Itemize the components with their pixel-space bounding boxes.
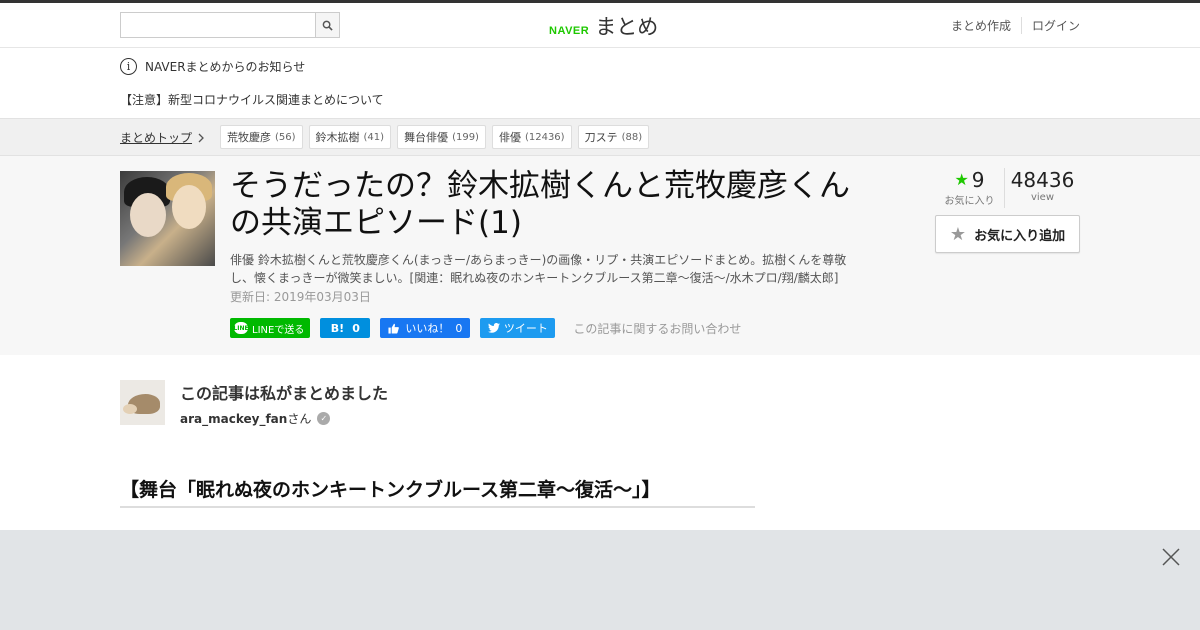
- view-stat: 48436 view: [1005, 168, 1080, 208]
- contact-link[interactable]: この記事に関するお問い合わせ: [573, 320, 741, 337]
- breadcrumb: まとめトップ 荒牧慶彦 (56) 鈴木拡樹 (41) 舞台俳優 (199) 俳優 (12…: [0, 118, 1200, 156]
- tag-count: (12436): [524, 131, 565, 143]
- tag-count: (56): [275, 131, 296, 143]
- create-matome-link[interactable]: まとめ作成: [941, 17, 1021, 34]
- favorite-stat: ★ 9 お気に入り: [935, 168, 1005, 208]
- tag-count: (88): [621, 131, 643, 143]
- line-icon: LINE: [233, 322, 249, 334]
- search-icon: [322, 20, 333, 31]
- article-title: そうだったの？鈴木拡樹くんと荒牧慶彦くんの共演エピソード(1): [230, 168, 850, 241]
- chevron-right-icon: [198, 133, 204, 142]
- tag-item[interactable]: 舞台俳優 (199): [397, 125, 486, 149]
- line-share-label: LINEで送る: [252, 324, 305, 336]
- tag-item[interactable]: 刀ステ (88): [577, 125, 650, 149]
- article-header: そうだったの？鈴木拡樹くんと荒牧慶彦くんの共演エピソード(1) 俳優 鈴木拡樹く…: [0, 156, 1200, 355]
- view-count: 48436: [1010, 168, 1075, 192]
- tweet-button[interactable]: ツイート: [480, 318, 556, 338]
- tag-item[interactable]: 俳優 (12436): [491, 125, 572, 149]
- avatar[interactable]: [120, 380, 165, 425]
- add-favorite-label: お気に入り追加: [974, 228, 1066, 244]
- article-stats: ★ 9 お気に入り 48436 view: [935, 168, 1080, 208]
- article-description: 俳優 鈴木拡樹くんと荒牧慶彦くん(まっきー/あらまっきー)の画像・リプ・共演エピ…: [230, 253, 847, 285]
- tag-item[interactable]: 鈴木拡樹 (41): [308, 125, 392, 149]
- breadcrumb-top-label: まとめトップ: [120, 131, 193, 145]
- info-icon: i: [120, 58, 137, 75]
- logo-brand: NAVER: [549, 25, 590, 37]
- breadcrumb-top-link[interactable]: まとめトップ: [120, 129, 205, 146]
- share-bar: LINE LINEで送る B! 0 いいね！ 0 ツイート この記事に関するお問…: [230, 318, 741, 338]
- header: NAVER まとめ まとめ作成 ログイン: [0, 3, 1200, 48]
- facebook-like-button[interactable]: いいね！ 0: [380, 318, 471, 338]
- ad-overlay: [0, 530, 1200, 630]
- thumbnail-figure: [130, 193, 166, 237]
- hatena-icon: B!: [330, 321, 345, 335]
- add-favorite-button[interactable]: ★ お気に入り追加: [935, 215, 1080, 253]
- search-box: [120, 12, 340, 38]
- author-suffix: さん: [287, 412, 312, 426]
- tag-label: 俳優: [498, 131, 521, 144]
- section-heading: 【舞台「眠れぬ夜のホンキートンクブルース第二章〜復活〜」】: [120, 475, 755, 508]
- notice-item-link[interactable]: 【注意】新型コロナウイルス関連まとめについて: [120, 91, 384, 108]
- tag-item[interactable]: 荒牧慶彦 (56): [220, 125, 303, 149]
- tag-label: 鈴木拡樹: [315, 131, 360, 144]
- naver-matome-logo[interactable]: NAVER まとめ: [549, 11, 658, 41]
- tag-count: (199): [452, 131, 479, 143]
- tag-label: 刀ステ: [584, 131, 618, 144]
- notice-title-row[interactable]: i NAVERまとめからのお知らせ: [120, 58, 305, 75]
- close-icon[interactable]: [1162, 548, 1180, 566]
- tag-list: 荒牧慶彦 (56) 鈴木拡樹 (41) 舞台俳優 (199) 俳優 (12436) 刀ス…: [220, 125, 650, 149]
- notice-area: i NAVERまとめからのお知らせ 【注意】新型コロナウイルス関連まとめについて: [0, 48, 1200, 118]
- hatena-bookmark-button[interactable]: B! 0: [320, 318, 371, 338]
- favorite-label: お気に入り: [944, 196, 995, 207]
- header-links: まとめ作成 ログイン: [941, 17, 1080, 34]
- tag-count: (41): [363, 131, 385, 143]
- hedgehog-face: [123, 404, 137, 414]
- search-input[interactable]: [120, 12, 315, 38]
- login-link[interactable]: ログイン: [1020, 17, 1080, 34]
- hatena-count: 0: [352, 321, 360, 335]
- tag-label: 舞台俳優: [404, 131, 449, 144]
- thumbnail-figure: [172, 185, 206, 229]
- tag-label: 荒牧慶彦: [227, 131, 271, 144]
- verified-check-icon: ✓: [317, 412, 331, 425]
- star-outline-icon: ★: [949, 223, 967, 245]
- favorite-count: 9: [971, 168, 985, 192]
- logo-service: まとめ: [595, 15, 659, 39]
- author-heading: この記事は私がまとめました: [180, 384, 389, 403]
- updated-date: 更新日: 2019年03月03日: [230, 290, 371, 304]
- facebook-like-label: いいね！: [405, 322, 450, 335]
- author-name-row: ara_mackey_fanさん ✓: [180, 410, 331, 427]
- view-label: view: [1030, 192, 1055, 203]
- tweet-label: ツイート: [503, 322, 548, 335]
- thumbs-up-icon: [388, 323, 400, 334]
- article-thumbnail[interactable]: [120, 171, 215, 266]
- author-name-link[interactable]: ara_mackey_fan: [180, 412, 287, 426]
- twitter-bird-icon: [487, 323, 500, 333]
- search-button[interactable]: [315, 12, 340, 38]
- facebook-like-count: 0: [455, 321, 463, 335]
- notice-title: NAVERまとめからのお知らせ: [145, 60, 306, 74]
- line-share-button[interactable]: LINE LINEで送る: [230, 318, 311, 338]
- star-icon: ★: [954, 170, 969, 189]
